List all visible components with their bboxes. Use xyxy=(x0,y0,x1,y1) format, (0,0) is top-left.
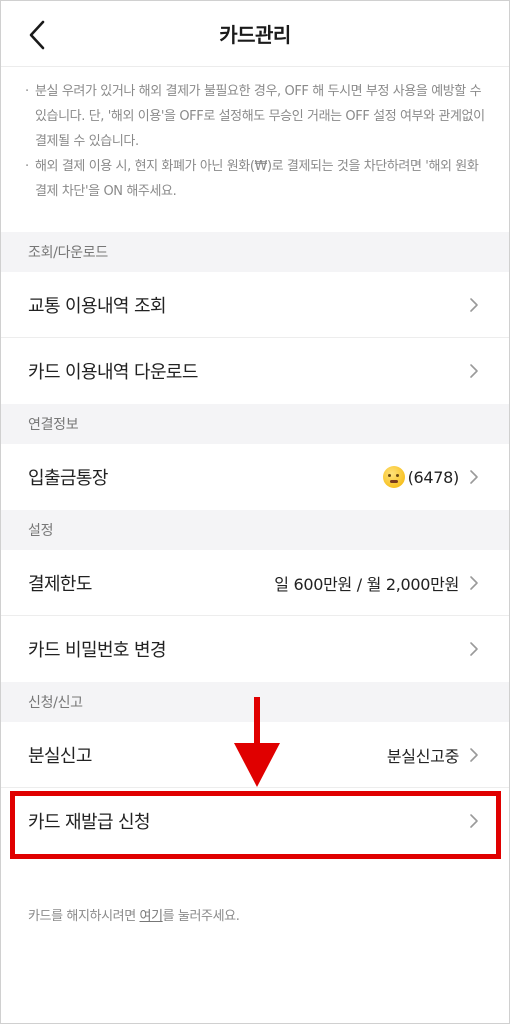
menu-item-label: 분실신고 xyxy=(28,745,92,767)
menu-item-bank-account[interactable]: 입출금통장 (6478) xyxy=(1,444,509,510)
menu-item-usage-download[interactable]: 카드 이용내역 다운로드 xyxy=(1,338,509,404)
chevron-right-icon xyxy=(470,642,478,656)
section-header-settings: 설정 xyxy=(1,510,509,550)
terminate-link[interactable]: 여기 xyxy=(140,909,164,924)
chevron-right-icon xyxy=(470,364,478,378)
chevron-right-icon xyxy=(470,575,478,590)
menu-item-label: 결제한도 xyxy=(28,573,92,595)
menu-item-label: 카드 재발급 신청 xyxy=(28,812,151,833)
card-management-screen: 카드관리 분실 우려가 있거나 해외 결제가 불필요한 경우, OFF 해 두시… xyxy=(0,0,510,1024)
menu-item-card-reissue[interactable]: 카드 재발급 신청 xyxy=(1,788,509,854)
account-number: (6478) xyxy=(407,467,460,487)
notice-text: 분실 우려가 있거나 해외 결제가 불필요한 경우, OFF 해 두시면 부정 … xyxy=(1,67,509,232)
section-header-linked: 연결정보 xyxy=(1,404,509,444)
chevron-right-icon xyxy=(470,470,478,484)
thinking-face-emoji-icon xyxy=(382,466,405,488)
back-button[interactable] xyxy=(21,17,53,53)
account-value: (6478) xyxy=(382,466,460,488)
page-title: 카드관리 xyxy=(219,23,291,47)
section-header-lookup: 조회/다운로드 xyxy=(1,232,509,272)
footer-prefix: 카드를 해지하시려면 xyxy=(28,909,140,924)
terminate-card-note: 카드를 해지하시려면 여기를 눌러주세요. xyxy=(28,905,240,924)
chevron-right-icon xyxy=(470,297,478,312)
menu-item-change-pin[interactable]: 카드 비밀번호 변경 xyxy=(1,616,509,682)
chevron-right-icon xyxy=(470,747,478,762)
chevron-left-icon xyxy=(29,20,45,50)
menu-item-payment-limit[interactable]: 결제한도 일 600만원 / 월 2,000만원 xyxy=(1,550,509,616)
loss-status-value: 분실신고중 xyxy=(386,746,459,766)
notice-item: 분실 우려가 있거나 해외 결제가 불필요한 경우, OFF 해 두시면 부정 … xyxy=(25,79,487,154)
menu-item-label: 교통 이용내역 조회 xyxy=(28,295,167,317)
menu-item-transit-history[interactable]: 교통 이용내역 조회 xyxy=(1,272,509,338)
notice-item: 해외 결제 이용 시, 현지 화폐가 아닌 원화(₩)로 결제되는 것을 차단하… xyxy=(25,154,487,204)
menu-item-label: 입출금통장 xyxy=(28,468,108,489)
chevron-right-icon xyxy=(470,814,478,828)
down-arrow-annotation-icon xyxy=(234,697,280,787)
menu-item-label: 카드 비밀번호 변경 xyxy=(28,640,167,661)
menu-item-label: 카드 이용내역 다운로드 xyxy=(28,362,198,383)
footer-suffix: 를 눌러주세요. xyxy=(162,909,240,924)
payment-limit-value: 일 600만원 / 월 2,000만원 xyxy=(274,574,459,594)
top-bar: 카드관리 xyxy=(1,1,509,67)
